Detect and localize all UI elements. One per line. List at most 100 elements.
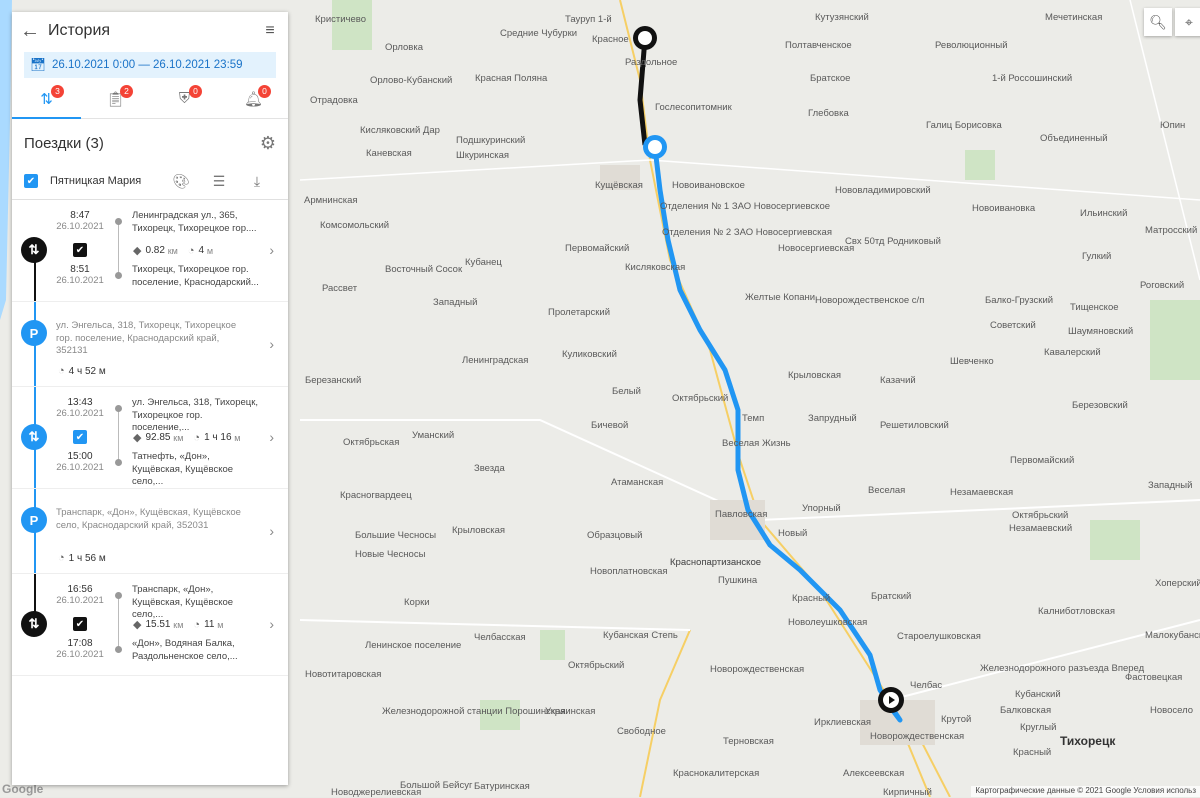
finish-marker: [643, 135, 667, 159]
start-dot: [115, 405, 122, 412]
parking-row[interactable]: P ул. Энгельса, 318, Тихорецк, Тихорецко…: [12, 302, 288, 387]
map-place-label: Незамаевская: [950, 487, 1014, 498]
tab-trips[interactable]: ⇅ 3: [12, 85, 81, 119]
section-title: Поездки (3): [24, 134, 104, 152]
date-range-selector[interactable]: 📅︎ 26.10.2021 0:00 — 26.10.2021 23:59: [24, 52, 276, 78]
panel-header: ← История ≡: [12, 12, 288, 50]
map-place-label: Нововладимировский: [835, 185, 931, 196]
map-place-label: Ленинское поселение: [365, 640, 462, 651]
tab-zones[interactable]: ⛨ 0: [150, 85, 219, 118]
map-place-label: Восточный Сосок: [385, 264, 463, 275]
map-place-label: Братское: [810, 73, 851, 84]
trip-icon: ⇅: [21, 424, 47, 450]
map-place-label: Балковская: [1000, 705, 1052, 716]
map-place-label: Первомайский: [565, 243, 630, 254]
map-place-label: Орловка: [385, 42, 423, 53]
trip-row[interactable]: ⇅ 13:43 26.10.2021 ✔ 15:00 26.10.2021 ул…: [12, 387, 288, 489]
map-place-label: Решетиловский: [880, 420, 949, 431]
map-footer[interactable]: Картографические данные © 2021 Google Ус…: [971, 786, 1200, 797]
end-dot: [115, 646, 122, 653]
back-button[interactable]: ←: [12, 20, 48, 43]
chevron-right-icon[interactable]: ›: [269, 336, 274, 352]
map-place-label: Новосергиевская: [778, 243, 855, 254]
map-place-label: Объединенный: [1040, 133, 1108, 144]
map-place-label: Гулкий: [1082, 251, 1112, 262]
start-marker: [878, 687, 904, 713]
map-place-label: Комсомольский: [320, 220, 390, 231]
map-place-label: Батуринская: [474, 781, 530, 792]
chevron-right-icon[interactable]: ›: [269, 429, 274, 445]
map-place-label: Краснокалитерская: [673, 768, 760, 779]
arrow-left-icon: ←: [20, 19, 40, 42]
map-place-label: Шкуринская: [456, 150, 509, 161]
trip-from-address: Ленинградская ул., 365, Тихорецк, Тихоре…: [132, 210, 257, 234]
tab-badge: 0: [258, 85, 271, 98]
download-icon[interactable]: ⤓: [238, 173, 276, 190]
trip-to-address: Татнефть, «Дон», Кущёвская, Кущёвское се…: [132, 451, 234, 487]
map-place-label: Кубанский: [1015, 689, 1061, 700]
trip-row[interactable]: ⇅ 8:47 26.10.2021 ✔ 8:51 26.10.2021 Лени…: [12, 200, 288, 302]
tab-reports[interactable]: 📋︎ 2: [81, 85, 150, 118]
trip-row[interactable]: ⇅ 16:56 26.10.2021 ✔ 17:08 26.10.2021 Тр…: [12, 574, 288, 676]
map-place-label: Октябрьский: [568, 660, 625, 671]
tab-notifications[interactable]: 🔔︎ 0: [219, 85, 288, 118]
trip-checkbox[interactable]: ✔: [73, 243, 87, 257]
map-place-label: Пушкина: [718, 575, 758, 586]
map-place-label: Октябрьская: [343, 437, 400, 448]
map-place-label: Казачий: [880, 375, 916, 386]
finish-marker: [633, 26, 657, 50]
green-area: [540, 630, 565, 660]
map-place-label: Тихорецк: [1060, 734, 1116, 748]
parking-address: ул. Энгельса, 318, Тихорецк, Тихорецкое …: [56, 320, 237, 356]
trip-checkbox[interactable]: ✔: [73, 617, 87, 631]
collapse-panel-button[interactable]: ≡: [252, 22, 288, 40]
map-place-label: Бичевой: [591, 420, 629, 431]
timer-icon: ◔: [193, 618, 201, 631]
map-geofence-button[interactable]: ⌖: [1175, 8, 1200, 36]
page-title: История: [48, 22, 111, 39]
map-place-label: Челбас: [910, 680, 943, 691]
map-place-label: Кутузянский: [815, 12, 869, 23]
map-place-label: Малокубанский: [1145, 630, 1200, 641]
map-place-label: Новоивановка: [972, 203, 1036, 214]
map-place-label: Ильинский: [1080, 208, 1128, 219]
trip-to-address: «Дон», Водяная Балка, Раздольненское сел…: [132, 638, 238, 662]
trip-metrics: ◆ 15.51 км ◔ 11 м: [133, 618, 224, 632]
map-place-label: Рассвет: [322, 283, 358, 294]
map-place-label: Юпин: [1160, 120, 1186, 131]
map-search-button[interactable]: 🔍︎: [1144, 8, 1172, 36]
parking-row[interactable]: P Транспарк, «Дон», Кущёвская, Кущёвское…: [12, 489, 288, 574]
map-place-label: Октябрьский: [672, 393, 729, 404]
map-place-label: Павловская: [715, 509, 768, 520]
map-place-label: Краснопартизанское: [670, 557, 762, 568]
end-dot: [115, 272, 122, 279]
chevron-right-icon[interactable]: ›: [269, 523, 274, 539]
map-place-label: Раздольное: [625, 57, 678, 68]
map-place-label: Гослесопитомник: [655, 102, 732, 113]
map-place-label: Кисляковская: [625, 262, 686, 273]
map-place-label: Кубанец: [465, 257, 502, 268]
trip-icon: ⇅: [21, 237, 47, 263]
trip-start-time: 16:56 26.10.2021: [56, 584, 104, 606]
trips-section-header: Поездки (3) ⚙: [12, 123, 288, 163]
gear-icon[interactable]: ⚙: [260, 133, 276, 154]
map-place-label: Отрадовка: [310, 95, 358, 106]
map-place-label: Кавалерский: [1044, 347, 1101, 358]
chevron-right-icon[interactable]: ›: [269, 616, 274, 632]
start-dot: [115, 592, 122, 599]
person-checkbox[interactable]: ✔: [24, 174, 38, 188]
map-place-label: Отделения № 1 ЗАО Новосергиевское: [660, 201, 831, 212]
green-area: [1150, 300, 1200, 380]
map-place-label: Звезда: [474, 463, 505, 474]
list-icon[interactable]: ☰: [200, 173, 238, 190]
chevron-right-icon[interactable]: ›: [269, 242, 274, 258]
map-place-label: Новые Чесносы: [355, 549, 426, 560]
person-name: Пятницкая Мария: [50, 175, 142, 187]
trip-checkbox[interactable]: ✔: [73, 430, 87, 444]
trip-start-time: 8:47 26.10.2021: [56, 210, 104, 232]
palette-icon[interactable]: 🎨︎: [162, 173, 200, 190]
trip-end-time: 8:51 26.10.2021: [56, 264, 104, 286]
map-place-label: Калниботловская: [1038, 606, 1115, 617]
trip-from-address: Транспарк, «Дон», Кущёвская, Кущёвское с…: [132, 584, 234, 620]
tabs: ⇅ 3 📋︎ 2 ⛨ 0 🔔︎ 0: [12, 85, 288, 119]
